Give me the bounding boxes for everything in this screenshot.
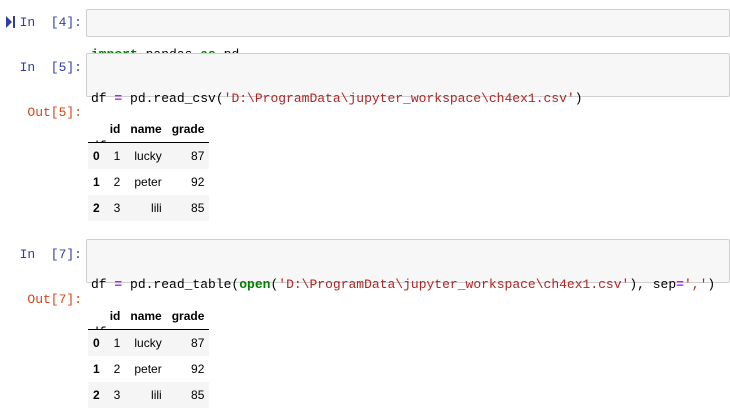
column-header: name xyxy=(125,116,167,143)
table-cell: peter xyxy=(134,175,162,189)
input-prompt: In [5]: xyxy=(19,60,82,75)
code-line: df = pd.read_table(open('D:\ProgramData\… xyxy=(91,277,725,293)
table-cell: 1 xyxy=(113,149,121,163)
table-cell: lucky xyxy=(134,336,162,350)
code-text: ), sep xyxy=(629,277,677,292)
table-cell: 85 xyxy=(191,388,205,402)
table-cell: 92 xyxy=(191,362,205,376)
table-cell: peter xyxy=(134,362,162,376)
code-text: df xyxy=(91,277,115,292)
row-index: 1 xyxy=(93,362,100,376)
table-row: 0 1 lucky 87 xyxy=(88,329,210,356)
code-text: pd.read_table( xyxy=(122,277,240,292)
string-literal: ',' xyxy=(683,277,708,292)
output-prompt: Out[5]: xyxy=(27,105,82,120)
table-cell: 87 xyxy=(191,336,205,350)
column-header: id xyxy=(104,116,126,143)
table-row: 2 3 lili 85 xyxy=(88,382,210,408)
code-cell-editor[interactable]: df = pd.read_table(open('D:\ProgramData\… xyxy=(86,239,730,340)
code-text: df xyxy=(91,91,115,106)
row-index: 0 xyxy=(93,149,100,163)
code-text: ) xyxy=(574,91,583,106)
builtin-function: open xyxy=(239,277,271,292)
table-cell: lili xyxy=(151,201,162,215)
column-header: grade xyxy=(166,303,210,330)
input-prompt: In [7]: xyxy=(19,247,82,262)
code-cell-editor[interactable]: import pandas as pd xyxy=(86,9,730,62)
column-header: id xyxy=(104,303,126,330)
table-cell: 85 xyxy=(191,201,205,215)
table-cell: 2 xyxy=(113,362,121,376)
table-cell: 3 xyxy=(113,201,121,215)
row-index: 1 xyxy=(93,175,100,189)
table-row: 0 1 lucky 87 xyxy=(88,142,210,169)
table-cell: 92 xyxy=(191,175,205,189)
dataframe-table: id name grade 0 1 lucky 87 1 2 peter 92 … xyxy=(88,303,210,408)
string-literal: 'D:\ProgramData\jupyter_workspace\ch4ex1… xyxy=(278,277,630,292)
table-cell: 2 xyxy=(113,175,121,189)
table-cell: lucky xyxy=(134,149,162,163)
column-header: name xyxy=(125,303,167,330)
table-row: 1 2 peter 92 xyxy=(88,169,210,195)
dataframe-table: id name grade 0 1 lucky 87 1 2 peter 92 … xyxy=(88,116,210,221)
string-literal: 'D:\ProgramData\jupyter_workspace\ch4ex1… xyxy=(223,91,575,106)
input-prompt: In [4]: xyxy=(19,15,82,30)
table-row: 2 3 lili 85 xyxy=(88,195,210,221)
table-cell: lili xyxy=(151,388,162,402)
column-header xyxy=(88,116,105,143)
column-header: grade xyxy=(166,116,210,143)
table-cell: 3 xyxy=(113,388,121,402)
row-index: 2 xyxy=(93,388,100,402)
row-index: 2 xyxy=(93,201,100,215)
table-cell: 1 xyxy=(113,336,121,350)
table-header-row: id name grade xyxy=(88,116,210,143)
table-header-row: id name grade xyxy=(88,303,210,330)
table-row: 1 2 peter 92 xyxy=(88,356,210,382)
output-prompt: Out[7]: xyxy=(27,292,82,307)
operator: = xyxy=(676,277,684,292)
table-cell: 87 xyxy=(191,149,205,163)
code-line: df = pd.read_csv('D:\ProgramData\jupyter… xyxy=(91,91,725,107)
column-header xyxy=(88,303,105,330)
code-text: pd.read_csv( xyxy=(122,91,224,106)
row-index: 0 xyxy=(93,336,100,350)
code-cell-editor[interactable]: df = pd.read_csv('D:\ProgramData\jupyter… xyxy=(86,53,730,154)
code-text: ) xyxy=(707,277,716,292)
